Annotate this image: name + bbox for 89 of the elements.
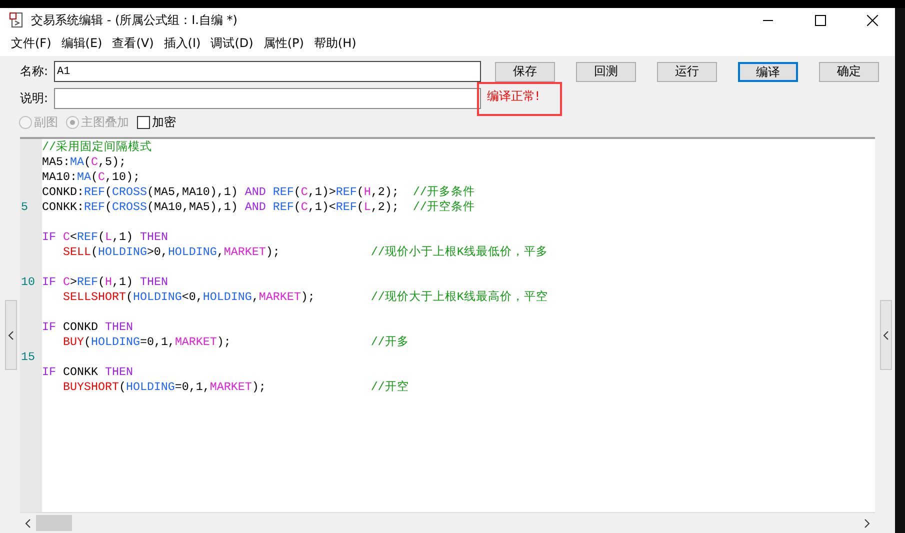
- code-token: C: [98, 170, 105, 184]
- scrollbar-thumb[interactable]: [36, 515, 72, 531]
- collapse-right-button[interactable]: [880, 300, 892, 370]
- chevron-left-icon: [883, 330, 889, 340]
- code-token: REF: [336, 200, 357, 214]
- code-comment: //开多条件: [412, 185, 475, 199]
- code-comment: //现价大于上根K线最高价，平空: [370, 290, 548, 304]
- menu-item[interactable]: 帮助(H): [308, 35, 362, 52]
- code-token: REF: [272, 185, 294, 199]
- menu-item[interactable]: 查看(V): [107, 35, 159, 52]
- toolbar-button[interactable]: 确定: [819, 62, 879, 82]
- code-token: THEN: [104, 365, 133, 379]
- toolbar-button[interactable]: 运行: [657, 62, 717, 82]
- scroll-left-icon[interactable]: [25, 518, 31, 528]
- code-token: SELLSHORT: [62, 290, 126, 304]
- code-token: SELL: [62, 245, 91, 259]
- option-label: 主图叠加: [81, 114, 129, 130]
- code-token: MA: [70, 155, 84, 169]
- code-token: MA: [76, 170, 91, 184]
- option-label: 加密: [152, 114, 176, 130]
- code-token: H: [105, 275, 112, 289]
- code-token: BUYSHORT: [62, 380, 119, 394]
- toolbar-button[interactable]: 编译: [738, 62, 798, 82]
- name-label: 名称:: [20, 63, 50, 80]
- option-label: 副图: [34, 114, 58, 130]
- code-comment: //开空: [370, 380, 409, 394]
- description-field[interactable]: [54, 88, 481, 109]
- menu-item[interactable]: 文件(F): [6, 35, 56, 52]
- code-token: REF: [84, 185, 105, 199]
- code-token: REF: [336, 185, 357, 199]
- line-number: 15: [21, 350, 35, 364]
- code-token: IF: [42, 365, 56, 379]
- menu-item[interactable]: 属性(P): [258, 35, 309, 52]
- code-editor[interactable]: 5 10 15 //采用固定间隔模式 MA5:MA(C,5); MA10:MA(C,10); CONKD:REF(CROSS(MA5,MA10),1) AND REF(C,1)>REF(H,2); //开多条件 CONKK:REF(CROSS(MA10,MA5),1) AND REF(C,1)<REF(L,2); //开空条件 IF C<REF(L,1) THEN SELL(HOLDING>0,HOLDING,MARKET); //现价小于上根K线最低价，平多 IF C>REF(H,1) THEN SELLSHORT(HOLDING<0,HOLDING,MARKET); //现价大于上根K线最高价，平空 IF CONKD THEN BUY(HOLDING=0,1,MARKET); //开多 IF CONKK THEN BUYSHORT(HOLDING=0,1,MARKET); //开空: [20, 139, 875, 512]
- chevron-left-icon: [8, 330, 14, 340]
- code-token: MARKET: [174, 335, 217, 349]
- compile-status-message: 编译正常!: [477, 82, 562, 116]
- menu-item[interactable]: 调试(D): [206, 35, 258, 52]
- code-token: HOLDING: [90, 335, 140, 349]
- close-icon: [866, 14, 878, 26]
- code-comment: //开多: [370, 335, 409, 349]
- code-token: CROSS: [112, 185, 147, 199]
- line-number: 10: [21, 275, 35, 289]
- code-token: HOLDING: [202, 290, 252, 304]
- line-number: 5: [21, 200, 28, 214]
- name-field[interactable]: A1: [54, 61, 481, 82]
- toolbar-button[interactable]: 保存: [495, 62, 555, 82]
- code-token: BUY: [62, 335, 84, 349]
- code-token: C: [300, 200, 308, 214]
- code-token: HOLDING: [168, 245, 217, 259]
- code-token: IF: [42, 320, 56, 334]
- code-token: CROSS: [112, 200, 147, 214]
- code-token: REF: [272, 200, 294, 214]
- maximize-icon: [814, 14, 826, 26]
- description-label: 说明:: [20, 90, 50, 107]
- code-token: HOLDING: [98, 245, 147, 259]
- code-token: C: [63, 275, 70, 289]
- code-token: THEN: [140, 275, 168, 289]
- menu-item[interactable]: 插入(I): [158, 35, 206, 52]
- code-token: AND: [244, 200, 266, 214]
- code-token: THEN: [104, 320, 133, 334]
- checkbox[interactable]: [137, 116, 150, 128]
- code-token: HOLDING: [132, 290, 182, 304]
- code-token: REF: [84, 200, 105, 214]
- collapse-left-button[interactable]: [5, 300, 17, 370]
- scroll-right-icon[interactable]: [864, 518, 870, 528]
- app-icon: [9, 12, 25, 28]
- code-token: C: [63, 230, 70, 244]
- window-title: 交易系统编辑 - (所属公式组：I.自编 *): [31, 12, 238, 28]
- code-token: IF: [42, 230, 56, 244]
- code-token: REF: [77, 230, 98, 244]
- code-token: C: [300, 185, 308, 199]
- toolbar-button[interactable]: 回测: [576, 62, 636, 82]
- code-token: L: [364, 200, 371, 214]
- code-token: MARKET: [258, 290, 301, 304]
- code-comment: //开空条件: [412, 200, 475, 214]
- code-token: IF: [42, 275, 56, 289]
- code-token: MARKET: [224, 245, 266, 259]
- code-comment: //现价小于上根K线最低价，平多: [370, 245, 548, 259]
- code-comment: //采用固定间隔模式: [42, 140, 152, 154]
- code-token: AND: [244, 185, 266, 199]
- code-token: REF: [77, 275, 98, 289]
- code-token: C: [90, 155, 98, 169]
- menu-item[interactable]: 编辑(E): [56, 35, 108, 52]
- code-token: H: [364, 185, 371, 199]
- code-token: MARKET: [210, 380, 252, 394]
- code-token: HOLDING: [126, 380, 175, 394]
- code-token: THEN: [140, 230, 168, 244]
- code-token: L: [105, 230, 112, 244]
